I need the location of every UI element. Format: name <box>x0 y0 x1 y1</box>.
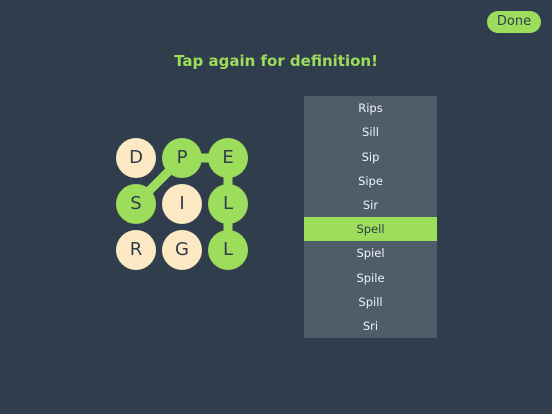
letter-tile-2-0[interactable]: R <box>116 230 156 270</box>
letter-tile-1-1[interactable]: I <box>162 184 202 224</box>
word-item[interactable]: Sri <box>304 314 437 338</box>
letter-tile-2-1[interactable]: G <box>162 230 202 270</box>
word-item[interactable]: Spill <box>304 290 437 314</box>
word-item[interactable]: Sip <box>304 145 437 169</box>
word-item[interactable]: Spile <box>304 266 437 290</box>
letter-tile-0-0[interactable]: D <box>116 138 156 178</box>
definition-hint: Tap again for definition! <box>174 52 378 70</box>
found-words-list[interactable]: Rips Sill Sip Sipe Sir Spell Spiel Spile Spill Sr… <box>304 96 437 338</box>
letter-board: DPE SIL RGL <box>113 135 251 273</box>
letter-tile-1-0[interactable]: S <box>116 184 156 224</box>
word-item[interactable]: Sir <box>304 193 437 217</box>
letter-tile-0-2[interactable]: E <box>208 138 248 178</box>
word-item[interactable]: Sipe <box>304 169 437 193</box>
word-item[interactable]: Sill <box>304 120 437 144</box>
letter-tile-1-2[interactable]: L <box>208 184 248 224</box>
word-item[interactable]: Rips <box>304 96 437 120</box>
word-item[interactable]: Spiel <box>304 241 437 265</box>
letter-tile-2-2[interactable]: L <box>208 230 248 270</box>
done-button[interactable]: Done <box>487 11 541 33</box>
letter-tile-0-1[interactable]: P <box>162 138 202 178</box>
word-item[interactable]: Spell <box>304 217 437 242</box>
